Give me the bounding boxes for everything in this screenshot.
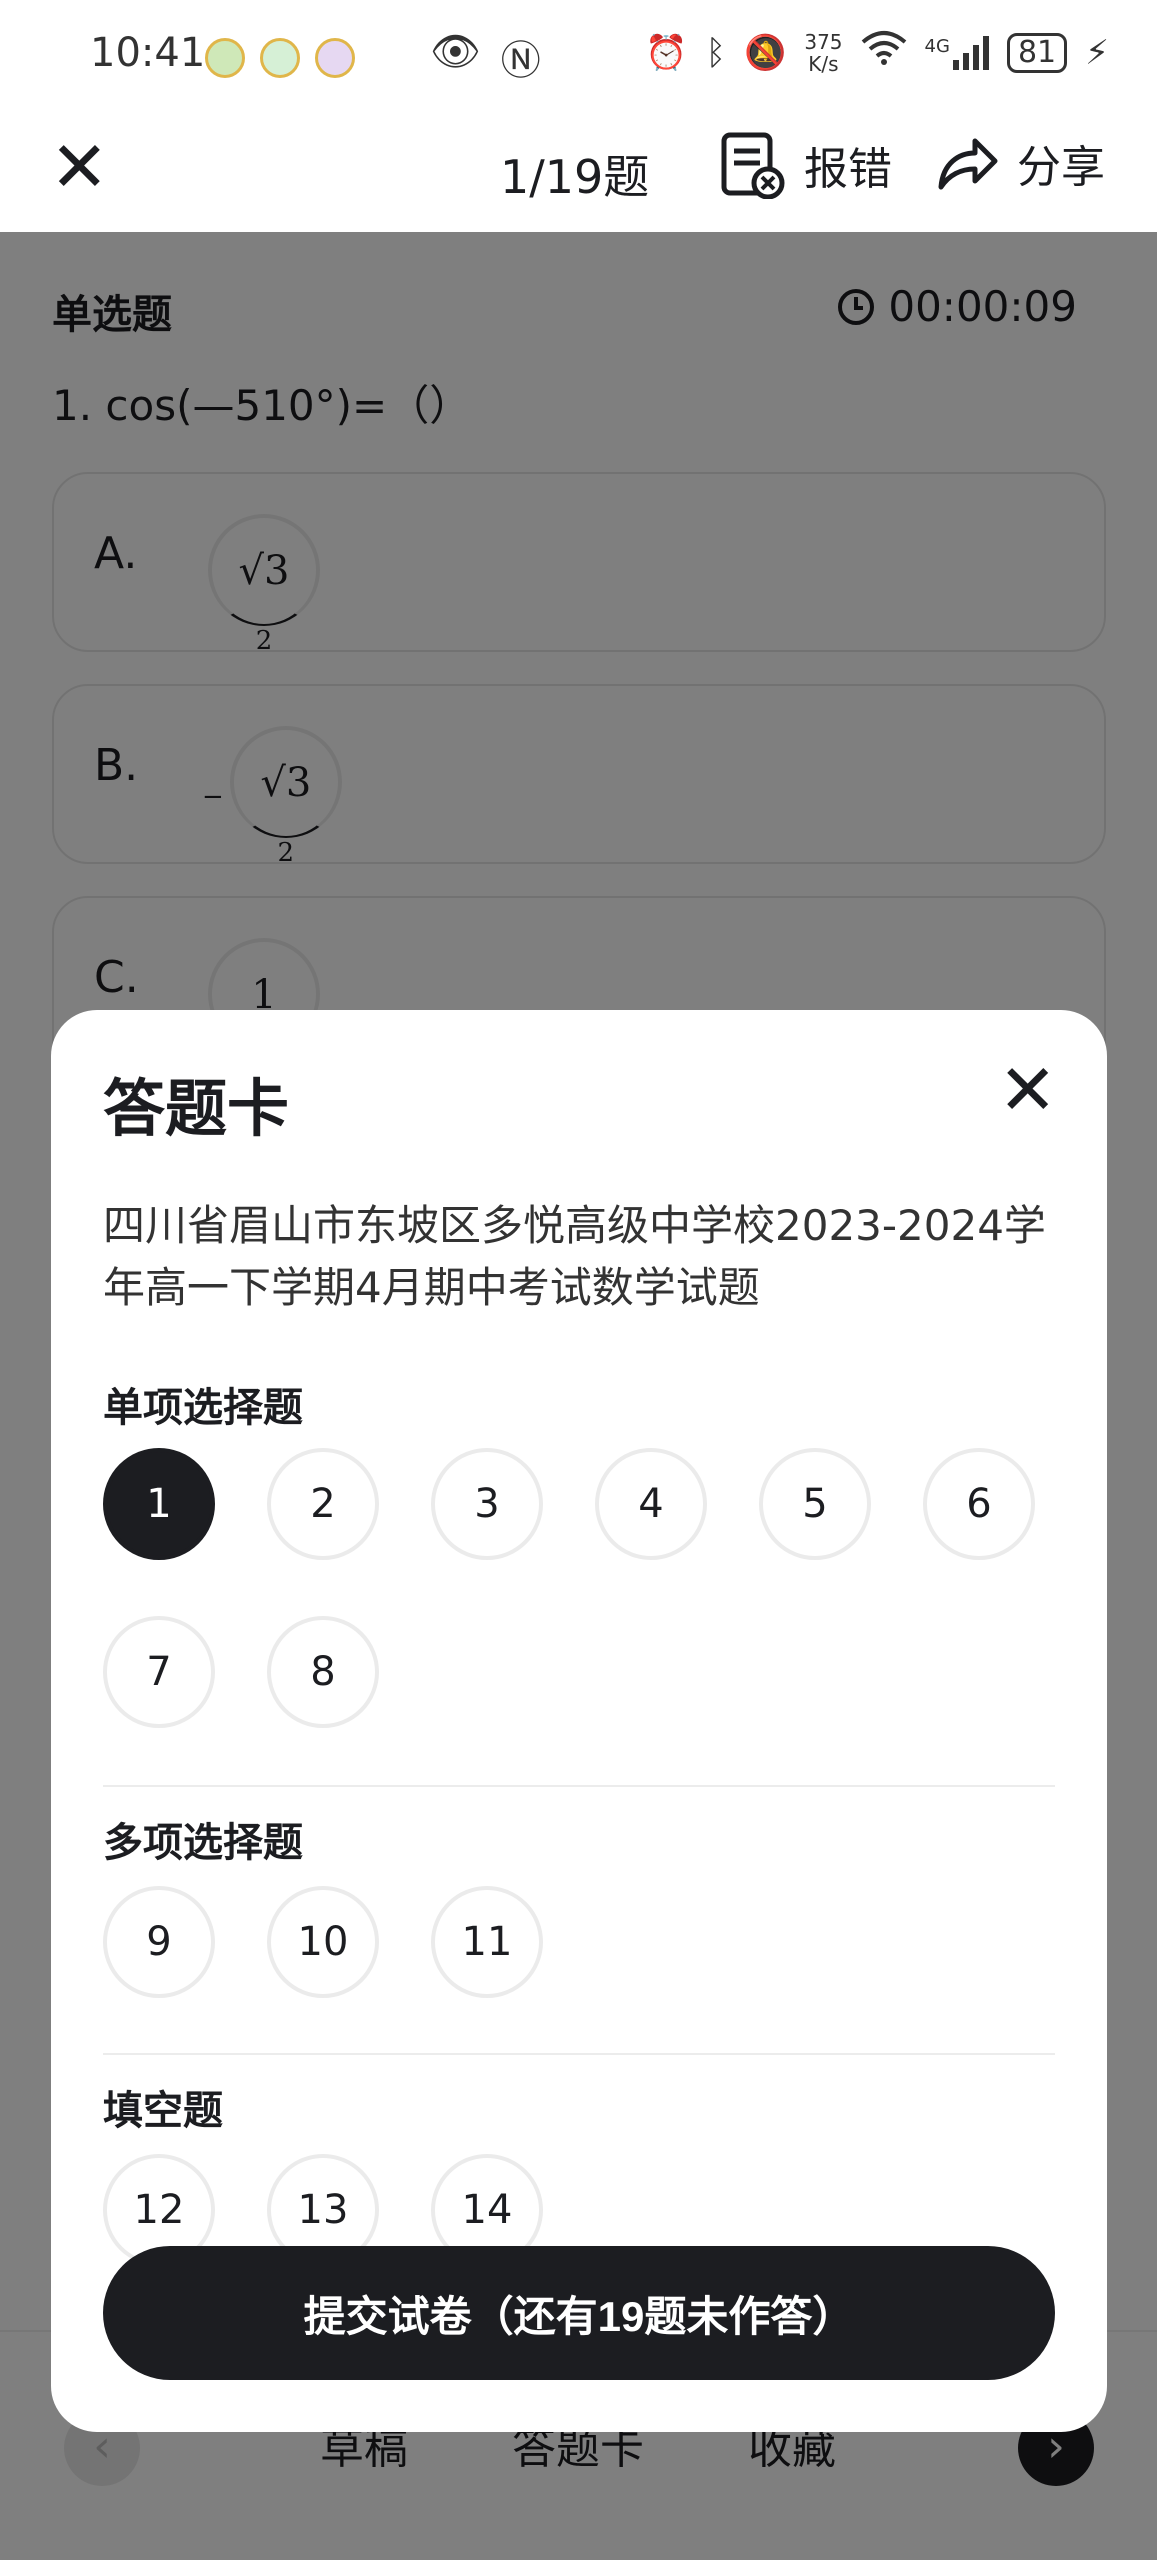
question-number[interactable]: 5 bbox=[759, 1448, 871, 1560]
exam-title: 四川省眉山市东坡区多悦高级中学校2023-2024学年高一下学期4月期中考试数学… bbox=[103, 1201, 1046, 1312]
status-bar: 10:41 👁 Ⓝ ⏰ ᛒ 🔕 375 K/s 4G 81 ⚡ bbox=[0, 0, 1157, 115]
eye-icon: 👁 bbox=[430, 29, 481, 75]
mute-icon: 🔕 bbox=[744, 32, 787, 73]
app-notification-icon bbox=[260, 38, 300, 78]
question-number[interactable]: 4 bbox=[595, 1448, 707, 1560]
report-icon bbox=[721, 132, 785, 199]
status-icons-left: 👁 Ⓝ bbox=[430, 28, 541, 86]
report-error-button[interactable]: 报错 bbox=[718, 131, 892, 199]
question-number-current[interactable]: 1 bbox=[103, 1448, 215, 1560]
question-number[interactable]: 3 bbox=[431, 1448, 543, 1560]
report-label: 报错 bbox=[804, 144, 892, 195]
close-icon[interactable]: ✕ bbox=[50, 127, 109, 207]
question-number[interactable]: 9 bbox=[103, 1886, 215, 1998]
top-nav: ✕ 1/19题 报错 分享 bbox=[0, 115, 1157, 232]
alarm-icon: ⏰ bbox=[645, 32, 688, 73]
status-time: 10:41 bbox=[90, 30, 206, 76]
answer-card-modal: 答题卡 ✕ 四川省眉山市东坡区多悦高级中学校2023-2024学年高一下学期4月… bbox=[51, 1010, 1107, 2432]
section-title: 填空题 bbox=[103, 2088, 223, 2134]
share-icon bbox=[938, 138, 998, 190]
app-notification-icon bbox=[205, 38, 245, 78]
section-title: 单项选择题 bbox=[103, 1385, 303, 1431]
app-notification-icon bbox=[315, 38, 355, 78]
close-icon[interactable]: ✕ bbox=[998, 1050, 1057, 1130]
signal-icon: 4G bbox=[925, 35, 989, 70]
share-label: 分享 bbox=[1017, 142, 1105, 193]
question-number[interactable]: 2 bbox=[267, 1448, 379, 1560]
question-number-row: 1 2 3 4 5 6 bbox=[103, 1448, 1035, 1560]
divider bbox=[103, 1785, 1055, 1787]
section-title: 多项选择题 bbox=[103, 1820, 303, 1866]
battery-level: 81 bbox=[1006, 32, 1068, 73]
question-number-row: 9 10 11 bbox=[103, 1886, 543, 1998]
question-number[interactable]: 11 bbox=[431, 1886, 543, 1998]
question-number-row: 7 8 bbox=[103, 1616, 379, 1728]
question-number[interactable]: 10 bbox=[267, 1886, 379, 1998]
status-icons-right: ⏰ ᛒ 🔕 375 K/s 4G 81 ⚡ bbox=[645, 30, 1109, 75]
modal-title: 答题卡 bbox=[103, 1072, 290, 1145]
bluetooth-icon: ᛒ bbox=[705, 32, 726, 73]
net-speed: 375 K/s bbox=[804, 29, 843, 76]
question-number[interactable]: 7 bbox=[103, 1616, 215, 1728]
question-number[interactable]: 6 bbox=[923, 1448, 1035, 1560]
question-number[interactable]: 8 bbox=[267, 1616, 379, 1728]
question-progress: 1/19题 bbox=[500, 150, 650, 204]
nfc-icon: Ⓝ bbox=[500, 38, 541, 84]
submit-exam-button[interactable]: 提交试卷（还有19题未作答） bbox=[103, 2246, 1055, 2380]
wifi-icon bbox=[861, 30, 907, 75]
charging-icon: ⚡ bbox=[1085, 32, 1109, 73]
divider bbox=[103, 2053, 1055, 2055]
share-button[interactable]: 分享 bbox=[935, 131, 1105, 195]
